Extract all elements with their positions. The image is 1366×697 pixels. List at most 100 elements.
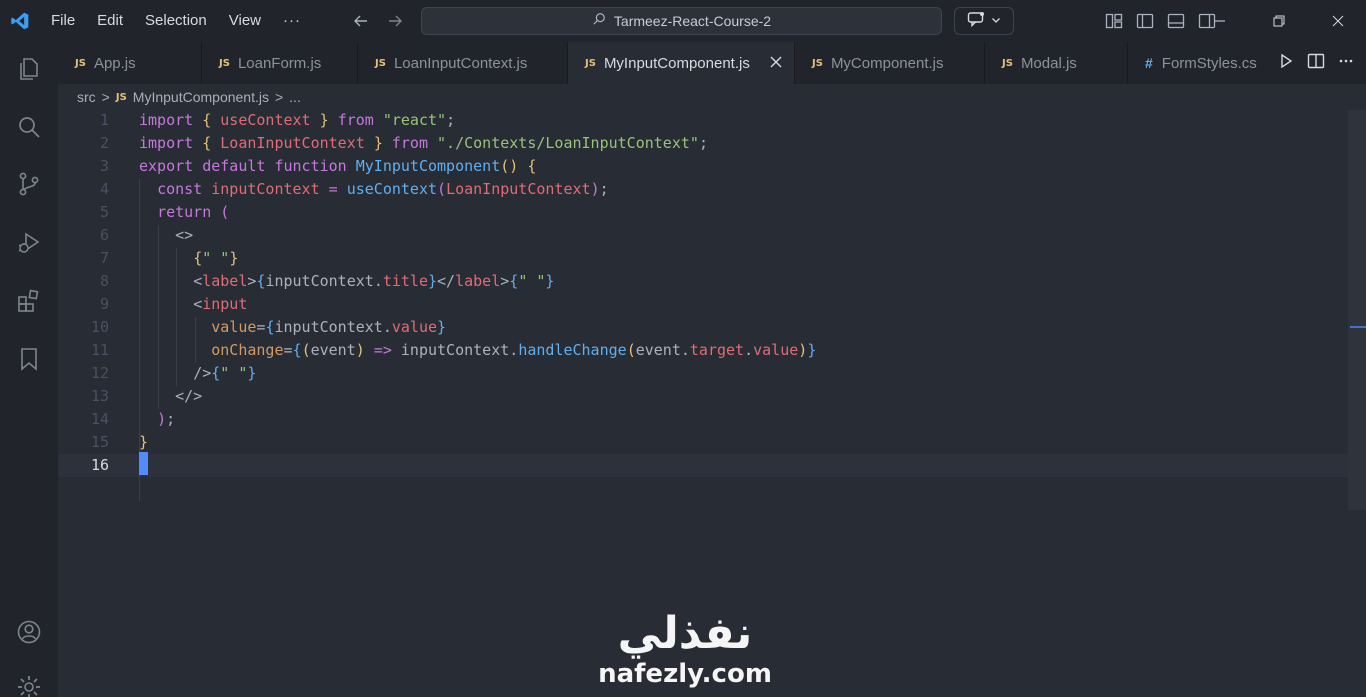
- code-token: import: [139, 111, 194, 129]
- menu-more[interactable]: ···: [272, 0, 312, 42]
- code-token: {: [202, 111, 212, 129]
- vertical-scrollbar[interactable]: [1348, 110, 1366, 510]
- code-text: </>: [139, 385, 202, 408]
- code-token: useContext: [346, 180, 438, 198]
- tab-mycomponent-js[interactable]: JS MyComponent.js: [795, 42, 985, 84]
- code-line[interactable]: 10 value={inputContext.value}: [58, 316, 1348, 339]
- breadcrumb-file[interactable]: MyInputComponent.js: [133, 89, 269, 105]
- title-bar: File Edit Selection View ··· Tarmeez-Rea…: [0, 0, 1366, 42]
- code-token: value: [391, 318, 438, 336]
- code-line[interactable]: 11 onChange={(event) => inputContext.han…: [58, 339, 1348, 362]
- code-line[interactable]: 9 <input: [58, 293, 1348, 316]
- toggle-primary-sidebar-icon[interactable]: [1135, 11, 1155, 31]
- code-token: />: [193, 364, 212, 382]
- line-number: 1: [99, 111, 109, 129]
- code-line[interactable]: 6 <>: [58, 224, 1348, 247]
- line-number: 4: [99, 180, 109, 198]
- indent-guide: [195, 317, 196, 363]
- run-debug-icon[interactable]: [14, 228, 44, 258]
- tab-label: Modal.js: [1020, 54, 1077, 72]
- minimize-icon[interactable]: [1190, 0, 1249, 42]
- indent-guide: [176, 248, 177, 386]
- code-token: <: [193, 272, 203, 290]
- line-number: 2: [99, 134, 109, 152]
- code-token: value: [211, 318, 257, 336]
- code-token: .: [382, 318, 392, 336]
- split-editor-icon[interactable]: [1307, 53, 1325, 74]
- tab-app-js[interactable]: JS App.js: [58, 42, 202, 84]
- code-token: inputContext: [211, 180, 320, 198]
- javascript-file-icon: JS: [375, 57, 386, 69]
- account-icon[interactable]: [14, 617, 44, 647]
- customize-layout-icon[interactable]: [1104, 11, 1124, 31]
- code-token: }: [437, 318, 447, 336]
- explorer-icon[interactable]: [14, 54, 44, 84]
- javascript-file-icon: JS: [115, 91, 127, 103]
- code-line[interactable]: 4 const inputContext = useContext(LoanIn…: [58, 178, 1348, 201]
- tab-loaninputcontext-js[interactable]: JS LoanInputContext.js: [358, 42, 568, 84]
- javascript-file-icon: JS: [812, 57, 823, 69]
- copilot-button[interactable]: [954, 7, 1014, 35]
- code-line[interactable]: 13 </>: [58, 385, 1348, 408]
- forward-arrow-icon[interactable]: [384, 10, 406, 32]
- code-token: {: [202, 134, 212, 152]
- restore-icon[interactable]: [1249, 0, 1308, 42]
- breadcrumb-symbol[interactable]: ...: [289, 89, 301, 105]
- extensions-icon[interactable]: [14, 286, 44, 316]
- code-token: .: [509, 341, 519, 359]
- code-line[interactable]: 2 import { LoanInputContext } from "./Con…: [58, 132, 1348, 155]
- back-arrow-icon[interactable]: [350, 10, 372, 32]
- code-line[interactable]: 16: [58, 454, 1348, 477]
- code-line[interactable]: 5 return (: [58, 201, 1348, 224]
- gear-icon[interactable]: [14, 672, 44, 697]
- tab-modal-js[interactable]: JS Modal.js: [985, 42, 1128, 84]
- tab-loanform-js[interactable]: JS LoanForm.js: [202, 42, 358, 84]
- code-line[interactable]: 8 <label>{inputContext.title}</label>{" …: [58, 270, 1348, 293]
- css-file-icon: #: [1145, 55, 1153, 71]
- code-line[interactable]: 7 {" "}: [58, 247, 1348, 270]
- toggle-panel-icon[interactable]: [1166, 11, 1186, 31]
- code-token: target: [689, 341, 745, 359]
- menu-selection[interactable]: Selection: [134, 0, 218, 42]
- code-line[interactable]: 1 import { useContext } from "react";: [58, 109, 1348, 132]
- source-control-icon[interactable]: [14, 169, 44, 199]
- close-window-icon[interactable]: [1308, 0, 1366, 42]
- close-icon[interactable]: [768, 54, 784, 70]
- code-line[interactable]: 14 );: [58, 408, 1348, 431]
- code-token: </: [437, 272, 456, 290]
- tab-label: MyInputComponent.js: [603, 54, 750, 72]
- tab-myinputcomponent-js[interactable]: JS MyInputComponent.js: [568, 42, 795, 84]
- activity-bar: [0, 42, 58, 697]
- bookmark-icon[interactable]: [14, 344, 44, 374]
- tab-formstyles-css[interactable]: # FormStyles.cs: [1128, 42, 1278, 84]
- copilot-chat-icon: [967, 11, 985, 32]
- line-number: 5: [99, 203, 109, 221]
- code-text: const inputContext = useContext(LoanInpu…: [139, 178, 609, 201]
- code-line[interactable]: 3 export default function MyInputComponen…: [58, 155, 1348, 178]
- breadcrumb-folder[interactable]: src: [77, 89, 96, 105]
- javascript-file-icon: JS: [1002, 57, 1013, 69]
- menu-view[interactable]: View: [218, 0, 272, 42]
- command-center[interactable]: Tarmeez-React-Course-2: [421, 7, 942, 35]
- code-line[interactable]: 12 />{" "}: [58, 362, 1348, 385]
- editor-tabs: JS App.js JS LoanForm.js JS LoanInputCon…: [58, 42, 1366, 84]
- menu-file[interactable]: File: [40, 0, 86, 42]
- more-actions-icon[interactable]: [1338, 53, 1354, 74]
- code-line[interactable]: 15}: [58, 431, 1348, 454]
- run-icon[interactable]: [1278, 53, 1294, 74]
- menu-edit[interactable]: Edit: [86, 0, 134, 42]
- chevron-down-icon: [991, 12, 1001, 30]
- code-token: "react": [382, 111, 447, 129]
- search-icon[interactable]: [14, 112, 44, 142]
- code-token: =: [283, 341, 293, 359]
